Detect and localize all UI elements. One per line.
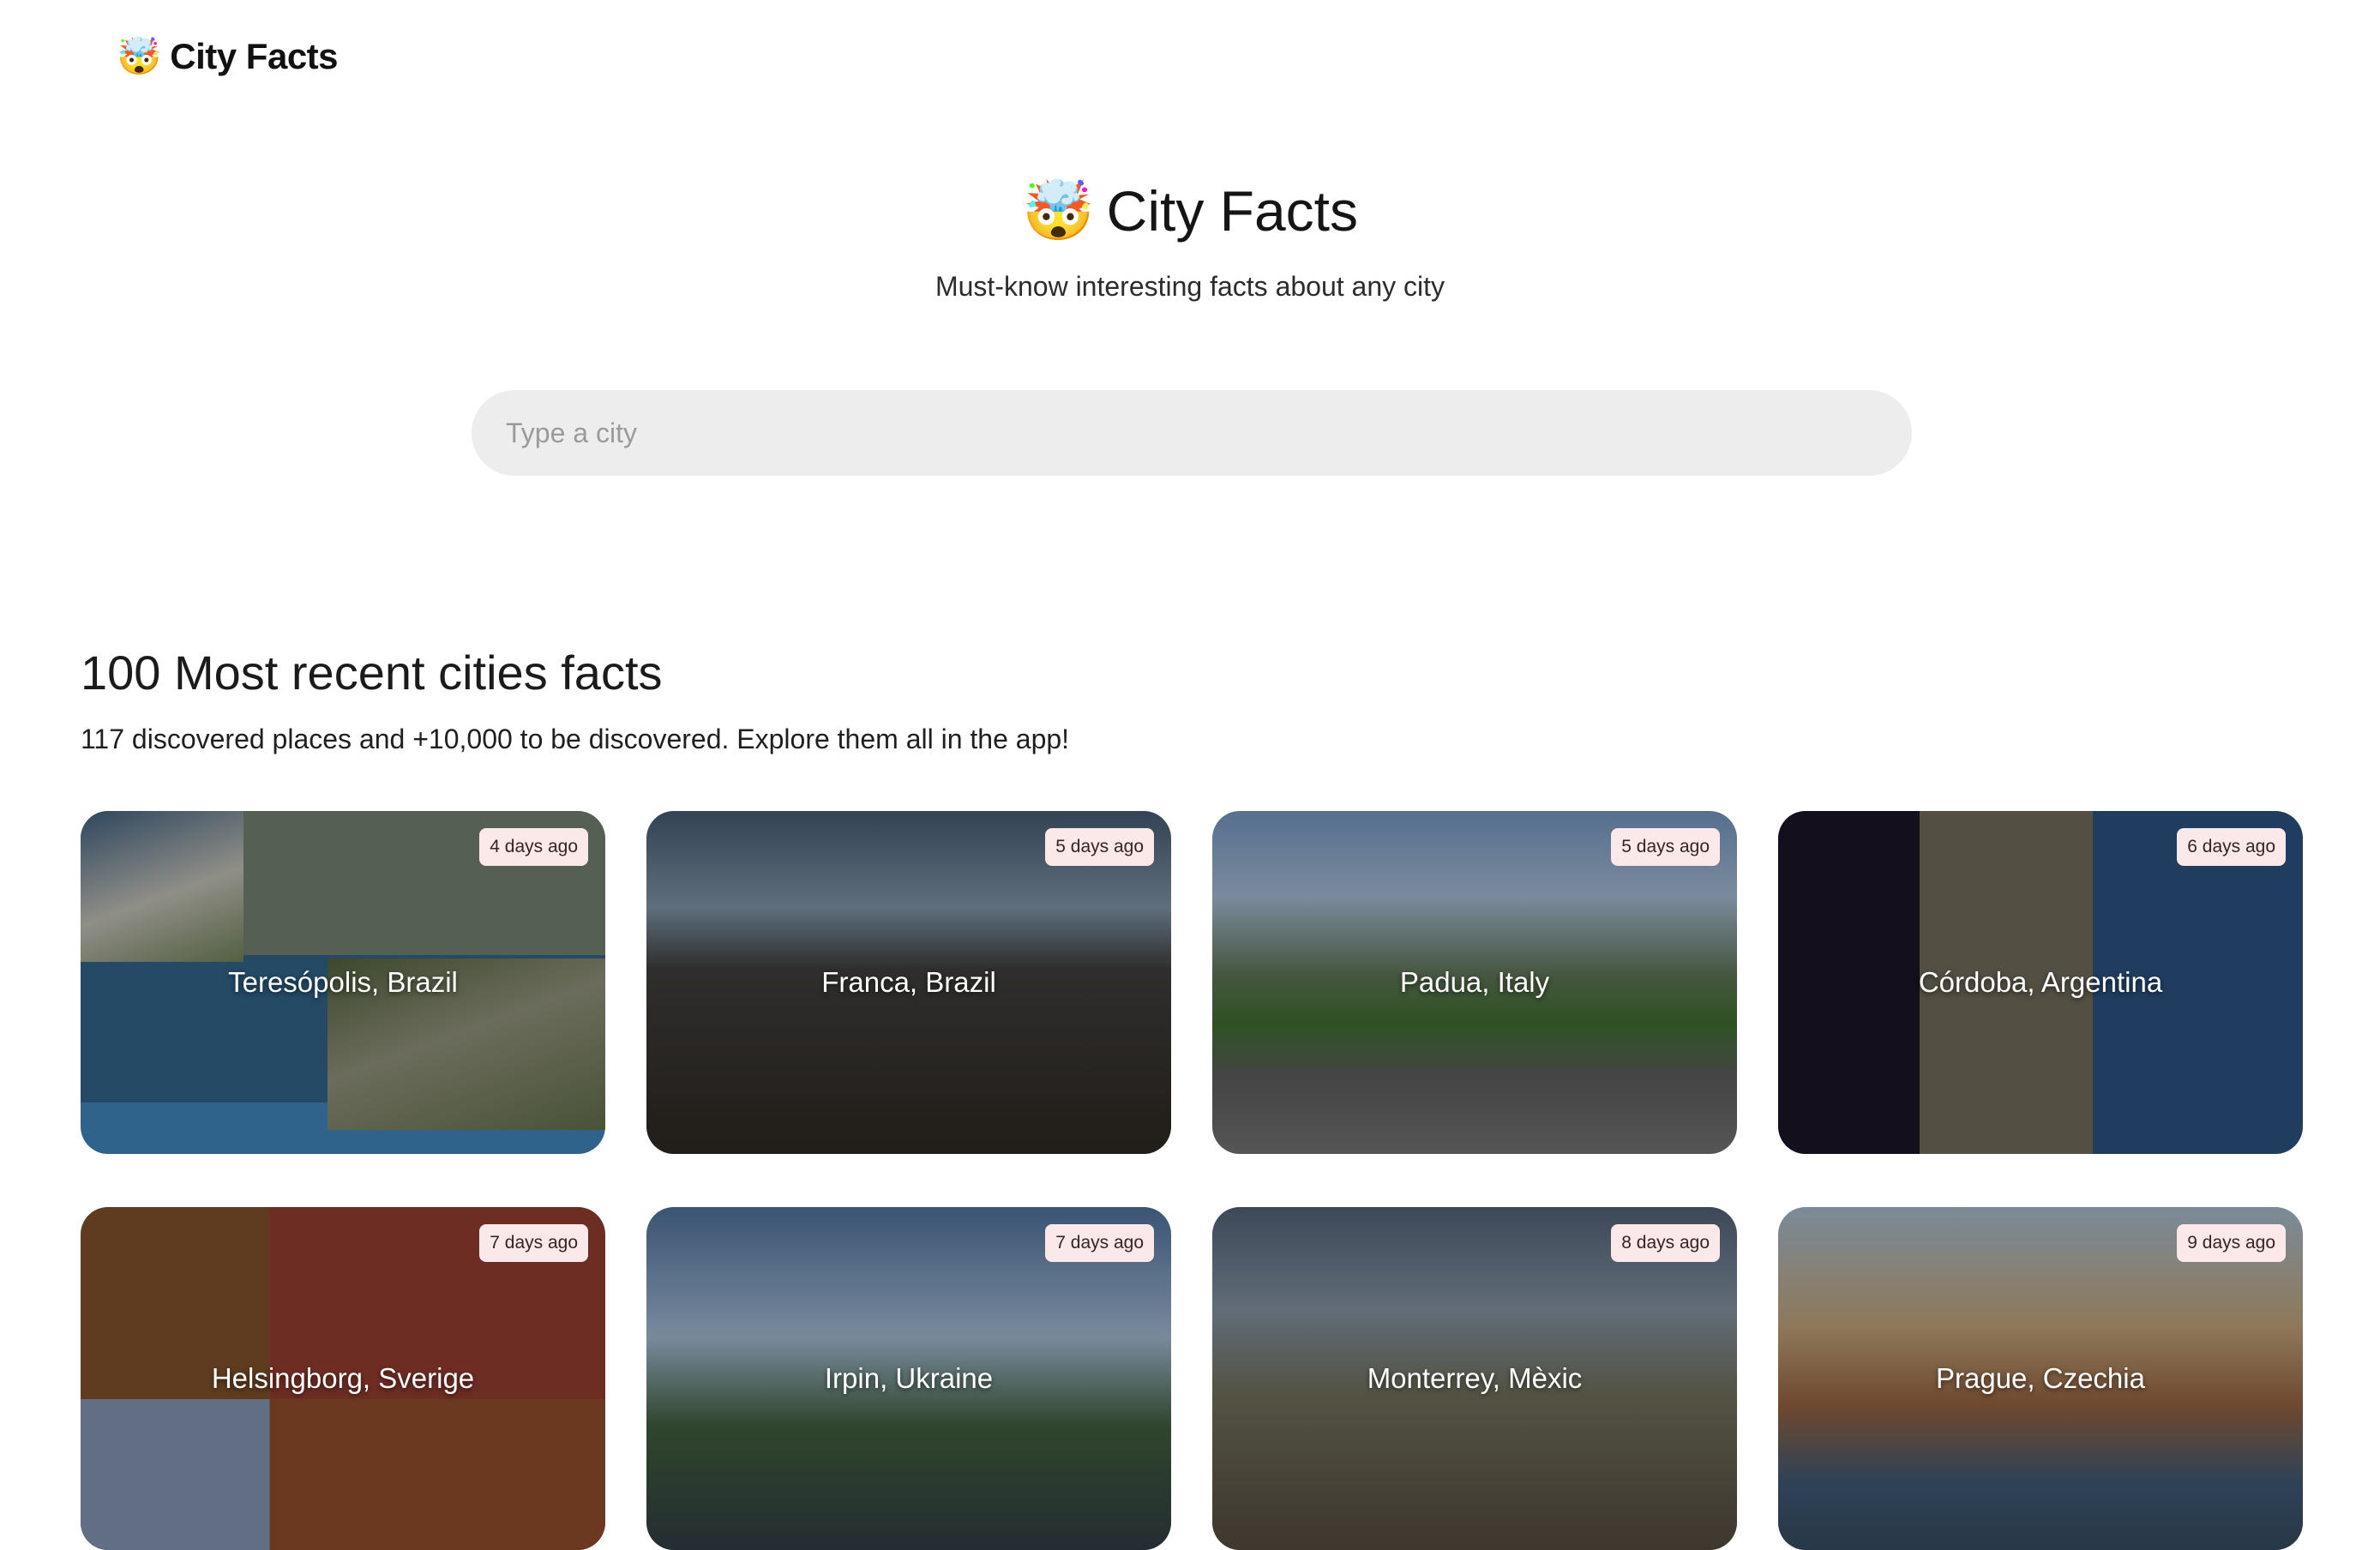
city-card[interactable]: 7 days ago Irpin, Ukraine [646,1207,1171,1550]
city-name: Teresópolis, Brazil [228,966,458,998]
brain-explode-icon: 🤯 [117,36,162,76]
city-card-grid: 4 days ago Teresópolis, Brazil 5 days ag… [81,811,2303,1550]
city-name: Helsingborg, Sverige [211,1362,475,1394]
time-badge: 4 days ago [479,828,588,866]
page-subtitle: Must-know interesting facts about any ci… [935,271,1445,302]
recent-section-subtitle: 117 discovered places and +10,000 to be … [81,724,1070,754]
time-badge: 9 days ago [2177,1224,2286,1262]
time-badge: 5 days ago [1611,828,1720,866]
city-card[interactable]: 9 days ago Prague, Czechia [1778,1207,2303,1550]
city-card[interactable]: 6 days ago Córdoba, Argentina [1778,811,2303,1154]
city-name: Córdoba, Argentina [1918,966,2163,998]
city-name: Irpin, Ukraine [824,1362,994,1394]
search-bar[interactable] [472,390,1912,476]
nav-brand[interactable]: 🤯 City Facts [117,33,339,81]
city-card[interactable]: 7 days ago Helsingborg, Sverige [81,1207,605,1550]
city-card[interactable]: 5 days ago Franca, Brazil [646,811,1171,1154]
time-badge: 8 days ago [1611,1224,1720,1262]
city-name: Padua, Italy [1399,966,1550,998]
city-card[interactable]: 4 days ago Teresópolis, Brazil [81,811,605,1154]
time-badge: 7 days ago [479,1224,588,1262]
city-search-input[interactable] [506,417,1912,449]
city-name: Prague, Czechia [1936,1362,2145,1394]
city-card[interactable]: 5 days ago Padua, Italy [1212,811,1737,1154]
city-name: Franca, Brazil [821,966,996,998]
hero-heading: 🤯 City Facts [0,178,2380,243]
recent-section-title: 100 Most recent cities facts [81,646,663,700]
city-name: Monterrey, Mèxic [1367,1362,1583,1394]
time-badge: 7 days ago [1045,1224,1154,1262]
brain-explode-icon: 🤯 [1021,178,1095,243]
nav-title: City Facts [170,36,339,76]
page-title: City Facts [1106,179,1359,243]
time-badge: 6 days ago [2177,828,2286,866]
city-card[interactable]: 8 days ago Monterrey, Mèxic [1212,1207,1737,1550]
time-badge: 5 days ago [1045,828,1154,866]
